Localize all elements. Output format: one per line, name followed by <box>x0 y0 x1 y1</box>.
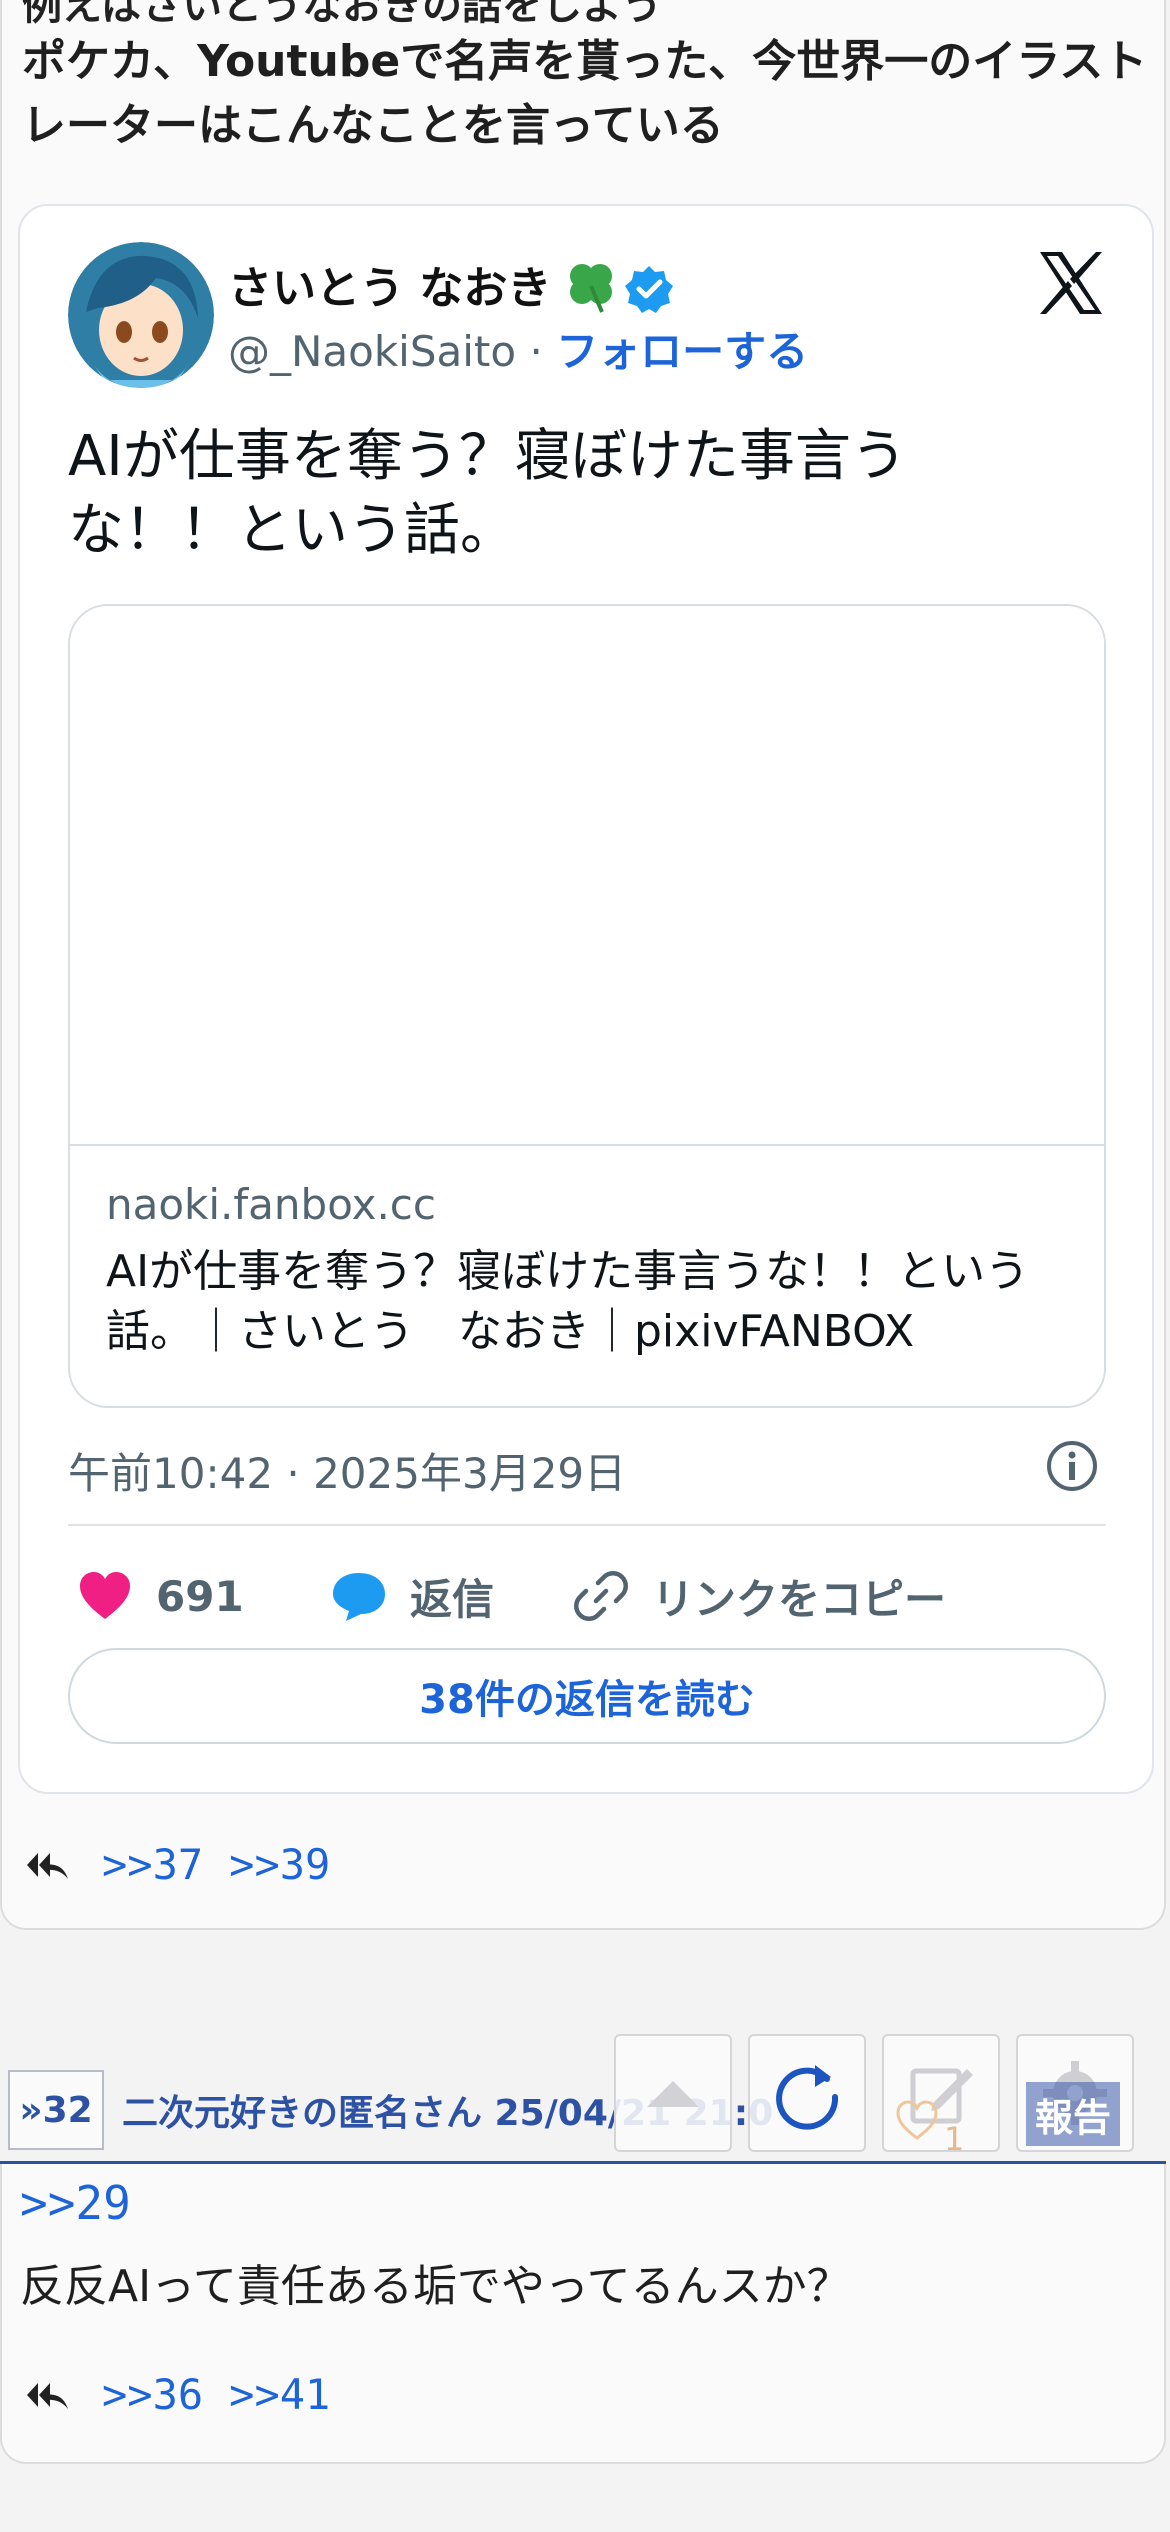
report-button[interactable]: 報告 <box>1026 2082 1120 2146</box>
reply-label: 返信 <box>410 1574 495 1624</box>
post-card: 例えばさいとうなおきの話をしよう ポケカ、Youtubeで名声を貰った、今世界一… <box>0 0 1166 1930</box>
like-button[interactable]: 1 <box>884 2080 994 2160</box>
like-count: 691 <box>156 1571 244 1621</box>
reply-button[interactable]: 返信 <box>330 1564 494 1628</box>
tweet-handle-line: @_NaokiSaito · フォローする <box>228 318 808 379</box>
tweet-author-name[interactable]: さいとう なおき <box>228 252 551 316</box>
tweet-text: AIが仕事を奪う？寝ぼけた事言うな！！という話。 <box>68 424 907 563</box>
follow-button[interactable]: フォローする <box>556 327 808 376</box>
handle-separator: · <box>529 327 543 376</box>
divider <box>68 1524 1106 1526</box>
post-card: >>29 反反AIって責任ある垢でやってるんスか？ >>36 >>41 <box>0 2164 1166 2464</box>
like-button[interactable]: 691 <box>76 1564 244 1628</box>
heart-icon <box>80 1572 130 1619</box>
link-icon <box>574 1571 628 1621</box>
link-domain: naoki.fanbox.cc <box>106 1180 436 1229</box>
clover-icon <box>570 264 612 313</box>
scroll-up-button[interactable] <box>614 2034 732 2152</box>
reply-ref-link[interactable]: >>41 <box>229 2370 330 2419</box>
reload-button[interactable] <box>748 2034 866 2152</box>
reload-icon <box>776 2065 839 2130</box>
embedded-tweet[interactable]: さいとう なおき @_NaokiSaito · フォローする AIが仕事を奪う？… <box>18 204 1154 1794</box>
settings-button[interactable]: 報告 <box>1016 2034 1134 2152</box>
copy-link-button[interactable]: リンクをコピー <box>572 1564 946 1628</box>
heart-outline-icon <box>896 2100 938 2140</box>
post-number-button[interactable]: »32 <box>8 2070 104 2150</box>
reply-links: >>37 >>39 <box>24 1840 356 1889</box>
like-count: 1 <box>944 2120 965 2158</box>
tweet-timestamp[interactable]: 午前10:42 · 2025年3月29日 <box>68 1440 626 1501</box>
reply-ref-link[interactable]: >>37 <box>102 1840 203 1889</box>
x-logo-icon[interactable] <box>1034 246 1108 320</box>
post-text-cut-line: 例えばさいとうなおきの話をしよう <box>22 0 662 29</box>
tweet-handle[interactable]: @_NaokiSaito <box>228 327 516 376</box>
reply-bubble-icon <box>333 1573 385 1621</box>
copy-link-label: リンクをコピー <box>652 1574 947 1624</box>
scroll-up-icon <box>647 2081 699 2107</box>
info-icon[interactable] <box>1044 1438 1100 1494</box>
post-body-text: 反反AIって責任ある垢でやってるんスか？ <box>20 2261 851 2312</box>
reply-arrow-icon[interactable] <box>24 2375 70 2415</box>
link-title: AIが仕事を奪う？寝ぼけた事言うな！！という話。｜さいとう なおき｜pixivF… <box>106 1246 1030 1357</box>
link-preview-card[interactable]: naoki.fanbox.cc AIが仕事を奪う？寝ぼけた事言うな！！という話。… <box>68 604 1106 1408</box>
floating-toolbar: 報告 <box>614 2034 1134 2152</box>
post-body-text: ポケカ、Youtubeで名声を貰った、今世界一のイラストレーターはこんなことを言… <box>22 36 1148 151</box>
reply-ref-link[interactable]: >>39 <box>229 1840 330 1889</box>
read-replies-button[interactable]: 38件の返信を読む <box>68 1648 1106 1744</box>
reply-ref-link[interactable]: >>36 <box>102 2370 203 2419</box>
link-preview-image[interactable] <box>70 606 1104 1146</box>
avatar[interactable] <box>68 242 214 388</box>
reply-links: >>36 >>41 <box>24 2370 356 2419</box>
reply-arrow-icon[interactable] <box>24 1845 70 1885</box>
anchor-link[interactable]: >>29 <box>20 2176 131 2230</box>
verified-icon <box>625 266 673 313</box>
